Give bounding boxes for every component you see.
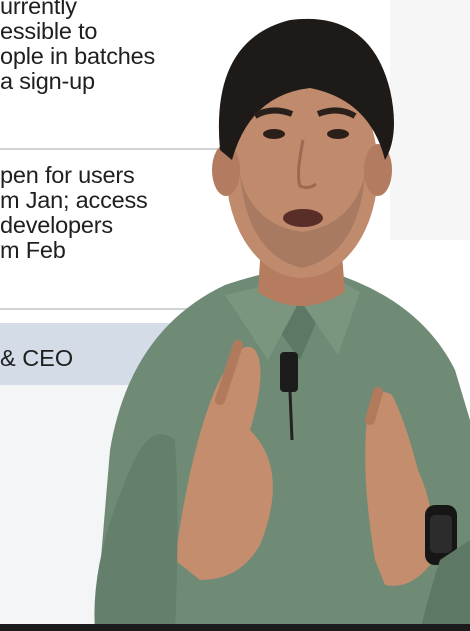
mouth (283, 209, 323, 227)
eye-right (327, 129, 349, 139)
speaker-photo (94, 0, 470, 631)
lapel-mic-icon (280, 352, 298, 392)
eye-left (263, 129, 285, 139)
bottom-bar (0, 624, 470, 631)
mic-cable (288, 391, 294, 441)
background-wall (390, 0, 470, 240)
